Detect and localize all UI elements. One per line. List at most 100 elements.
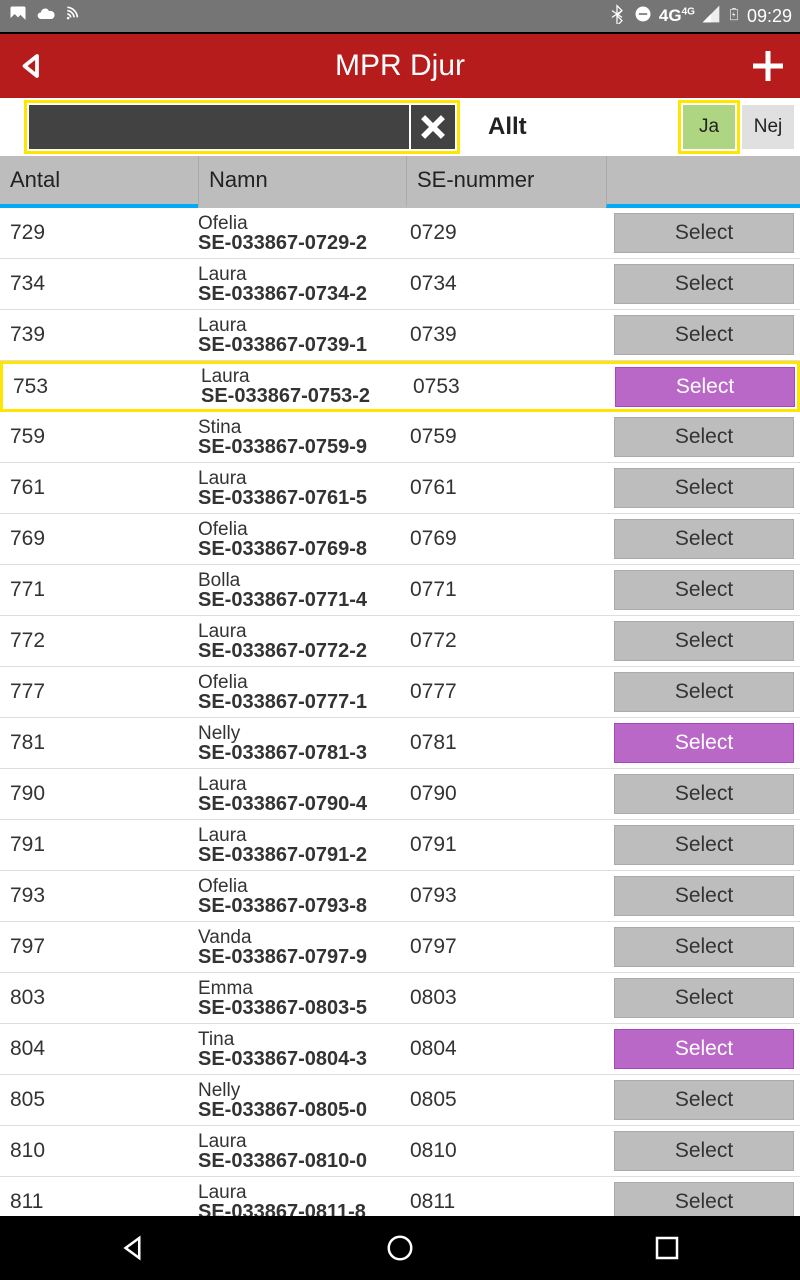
cell-namn: NellySE-033867-0781-3 <box>198 724 406 763</box>
select-button[interactable]: Select <box>614 213 794 253</box>
select-button[interactable]: Select <box>614 621 794 661</box>
search-input[interactable] <box>29 105 409 149</box>
table-row[interactable]: 769OfeliaSE-033867-0769-80769Select <box>0 514 800 565</box>
cell-antal: 772 <box>0 629 198 653</box>
cell-antal: 791 <box>0 833 198 857</box>
cell-action: Select <box>606 468 800 508</box>
se-full-label: SE-033867-0803-5 <box>198 998 406 1018</box>
nav-recent-button[interactable] <box>652 1233 682 1263</box>
table-row[interactable]: 803EmmaSE-033867-0803-50803Select <box>0 973 800 1024</box>
clear-search-button[interactable] <box>411 105 455 149</box>
cell-se-short: 0771 <box>406 578 606 602</box>
select-button[interactable]: Select <box>614 519 794 559</box>
select-button[interactable]: Select <box>614 978 794 1018</box>
table-row[interactable]: 729OfeliaSE-033867-0729-20729Select <box>0 208 800 259</box>
select-button[interactable]: Select <box>614 468 794 508</box>
select-button[interactable]: Select <box>614 774 794 814</box>
name-label: Laura <box>198 775 406 794</box>
cell-action: Select <box>606 927 800 967</box>
nav-back-button[interactable] <box>118 1233 148 1263</box>
cell-namn: NellySE-033867-0805-0 <box>198 1081 406 1120</box>
cell-antal: 804 <box>0 1037 198 1061</box>
table-row[interactable]: 781NellySE-033867-0781-30781Select <box>0 718 800 769</box>
table-row[interactable]: 797VandaSE-033867-0797-90797Select <box>0 922 800 973</box>
cell-antal: 759 <box>0 425 198 449</box>
cell-action: Select <box>606 723 800 763</box>
select-button[interactable]: Select <box>614 1029 794 1069</box>
cell-namn: OfeliaSE-033867-0729-2 <box>198 214 406 253</box>
cell-se-short: 0797 <box>406 935 606 959</box>
clock-label: 09:29 <box>747 6 792 27</box>
name-label: Ofelia <box>198 877 406 896</box>
table-row[interactable]: 734LauraSE-033867-0734-20734Select <box>0 259 800 310</box>
cell-action: Select <box>606 264 800 304</box>
cell-namn: LauraSE-033867-0790-4 <box>198 775 406 814</box>
select-button[interactable]: Select <box>614 927 794 967</box>
select-button[interactable]: Select <box>615 367 795 407</box>
table-row[interactable]: 753LauraSE-033867-0753-20753Select <box>0 361 800 412</box>
nej-button[interactable]: Nej <box>742 105 794 149</box>
cell-action: Select <box>606 417 800 457</box>
select-button[interactable]: Select <box>614 315 794 355</box>
col-se[interactable]: SE-nummer <box>406 156 606 208</box>
cell-action: Select <box>606 672 800 712</box>
cell-antal: 739 <box>0 323 198 347</box>
cell-action: Select <box>606 1131 800 1171</box>
select-button[interactable]: Select <box>614 672 794 712</box>
select-button[interactable]: Select <box>614 417 794 457</box>
table-row[interactable]: 805NellySE-033867-0805-00805Select <box>0 1075 800 1126</box>
table-row[interactable]: 793OfeliaSE-033867-0793-80793Select <box>0 871 800 922</box>
name-label: Laura <box>198 1132 406 1151</box>
select-button[interactable]: Select <box>614 264 794 304</box>
cell-se-short: 0793 <box>406 884 606 908</box>
cell-se-short: 0753 <box>409 375 609 399</box>
col-antal[interactable]: Antal <box>0 156 198 208</box>
add-button[interactable] <box>746 44 790 88</box>
table-row[interactable]: 791LauraSE-033867-0791-20791Select <box>0 820 800 871</box>
table-row[interactable]: 771BollaSE-033867-0771-40771Select <box>0 565 800 616</box>
cell-namn: LauraSE-033867-0739-1 <box>198 316 406 355</box>
cell-se-short: 0777 <box>406 680 606 704</box>
cell-namn: LauraSE-033867-0791-2 <box>198 826 406 865</box>
select-button[interactable]: Select <box>614 570 794 610</box>
table-row[interactable]: 761LauraSE-033867-0761-50761Select <box>0 463 800 514</box>
cell-se-short: 0803 <box>406 986 606 1010</box>
table-row[interactable]: 804TinaSE-033867-0804-30804Select <box>0 1024 800 1075</box>
col-namn[interactable]: Namn <box>198 156 406 208</box>
name-label: Stina <box>198 418 406 437</box>
se-full-label: SE-033867-0769-8 <box>198 539 406 559</box>
select-button[interactable]: Select <box>614 723 794 763</box>
cell-namn: LauraSE-033867-0810-0 <box>198 1132 406 1171</box>
cell-antal: 771 <box>0 578 198 602</box>
cell-se-short: 0769 <box>406 527 606 551</box>
table-row[interactable]: 777OfeliaSE-033867-0777-10777Select <box>0 667 800 718</box>
cell-se-short: 0734 <box>406 272 606 296</box>
animal-list[interactable]: 729OfeliaSE-033867-0729-20729Select734La… <box>0 208 800 1228</box>
ja-button[interactable]: Ja <box>683 105 735 149</box>
nav-home-button[interactable] <box>385 1233 415 1263</box>
cell-action: Select <box>606 825 800 865</box>
col-action <box>606 156 800 208</box>
bluetooth-icon <box>607 4 627 29</box>
cell-namn: EmmaSE-033867-0803-5 <box>198 979 406 1018</box>
cell-namn: LauraSE-033867-0761-5 <box>198 469 406 508</box>
select-button[interactable]: Select <box>614 825 794 865</box>
table-row[interactable]: 790LauraSE-033867-0790-40790Select <box>0 769 800 820</box>
table-row[interactable]: 759StinaSE-033867-0759-90759Select <box>0 412 800 463</box>
cell-action: Select <box>606 1029 800 1069</box>
select-button[interactable]: Select <box>614 876 794 916</box>
square-recent-icon <box>652 1233 682 1263</box>
select-button[interactable]: Select <box>614 1080 794 1120</box>
status-bar: 4G4G 09:29 <box>0 0 800 32</box>
name-label: Bolla <box>198 571 406 590</box>
app-header: MPR Djur <box>0 32 800 98</box>
cell-namn: OfeliaSE-033867-0769-8 <box>198 520 406 559</box>
table-row[interactable]: 810LauraSE-033867-0810-00810Select <box>0 1126 800 1177</box>
se-full-label: SE-033867-0805-0 <box>198 1100 406 1120</box>
se-full-label: SE-033867-0734-2 <box>198 284 406 304</box>
table-row[interactable]: 739LauraSE-033867-0739-10739Select <box>0 310 800 361</box>
back-button[interactable] <box>12 46 52 86</box>
table-row[interactable]: 772LauraSE-033867-0772-20772Select <box>0 616 800 667</box>
cell-action: Select <box>606 621 800 661</box>
select-button[interactable]: Select <box>614 1131 794 1171</box>
